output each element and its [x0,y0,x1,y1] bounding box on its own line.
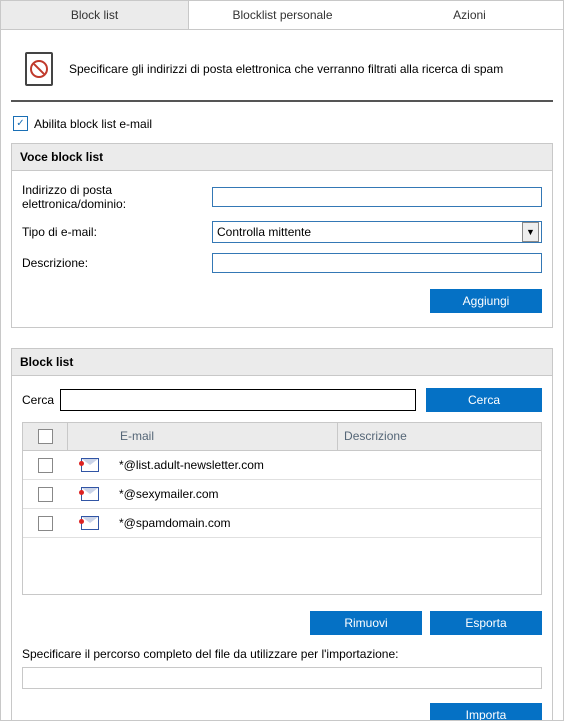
list-panel: Block list Cerca Cerca E-mail Descrizion… [11,348,553,721]
search-row: Cerca Cerca [22,388,542,412]
remove-button[interactable]: Rimuovi [310,611,422,635]
tab-actions[interactable]: Azioni [376,1,563,29]
blocklist-table: E-mail Descrizione *@list.adult-newslett… [22,422,542,595]
search-button[interactable]: Cerca [426,388,542,412]
row-email: *@list.adult-newsletter.com [113,452,337,478]
add-button[interactable]: Aggiungi [430,289,542,313]
intro-text: Specificare gli indirizzi di posta elett… [69,62,503,76]
enable-checkbox[interactable] [13,116,28,131]
row-checkbox[interactable] [38,516,53,531]
type-label: Tipo di e-mail: [22,225,212,239]
row-email: *@sexymailer.com [113,481,337,507]
import-button[interactable]: Importa [430,703,542,721]
blocked-sender-icon [81,487,99,501]
row-checkbox[interactable] [38,458,53,473]
select-all-checkbox[interactable] [38,429,53,444]
table-row[interactable]: *@sexymailer.com [23,480,541,509]
row-email: *@spamdomain.com [113,510,337,536]
blocklist-icon [25,52,53,86]
import-path-input[interactable] [22,667,542,689]
tab-personal[interactable]: Blocklist personale [189,1,376,29]
table-filler [23,538,541,594]
tab-blocklist[interactable]: Block list [1,1,189,29]
entry-panel: Voce block list Indirizzo di posta elett… [11,143,553,328]
table-row[interactable]: *@list.adult-newsletter.com [23,451,541,480]
desc-label: Descrizione: [22,256,212,270]
export-button[interactable]: Esporta [430,611,542,635]
import-label: Specificare il percorso completo del fil… [22,647,542,661]
enable-label: Abilita block list e-mail [34,117,152,131]
address-label: Indirizzo di posta elettronica/dominio: [22,183,212,211]
type-select-value: Controlla mittente [217,225,311,239]
search-input[interactable] [60,389,416,411]
type-select[interactable]: Controlla mittente ▼ [212,221,542,243]
entry-heading: Voce block list [12,144,552,171]
enable-row: Abilita block list e-mail [11,102,553,143]
row-checkbox[interactable] [38,487,53,502]
chevron-down-icon: ▼ [522,222,539,242]
window: Block list Blocklist personale Azioni Sp… [0,0,564,721]
col-desc[interactable]: Descrizione [337,423,541,450]
col-email[interactable]: E-mail [114,423,337,450]
row-desc [337,459,541,471]
address-input[interactable] [212,187,542,207]
table-body: *@list.adult-newsletter.com *@sexymailer… [23,451,541,594]
table-row[interactable]: *@spamdomain.com [23,509,541,538]
table-header: E-mail Descrizione [23,423,541,451]
intro-row: Specificare gli indirizzi di posta elett… [11,30,553,102]
search-label: Cerca [22,393,60,407]
list-heading: Block list [12,349,552,376]
tab-bar: Block list Blocklist personale Azioni [1,1,563,30]
blocked-sender-icon [81,458,99,472]
blocked-sender-icon [81,516,99,530]
content: Abilita block list e-mail Voce block lis… [1,102,563,721]
desc-input[interactable] [212,253,542,273]
row-desc [337,517,541,529]
row-desc [337,488,541,500]
